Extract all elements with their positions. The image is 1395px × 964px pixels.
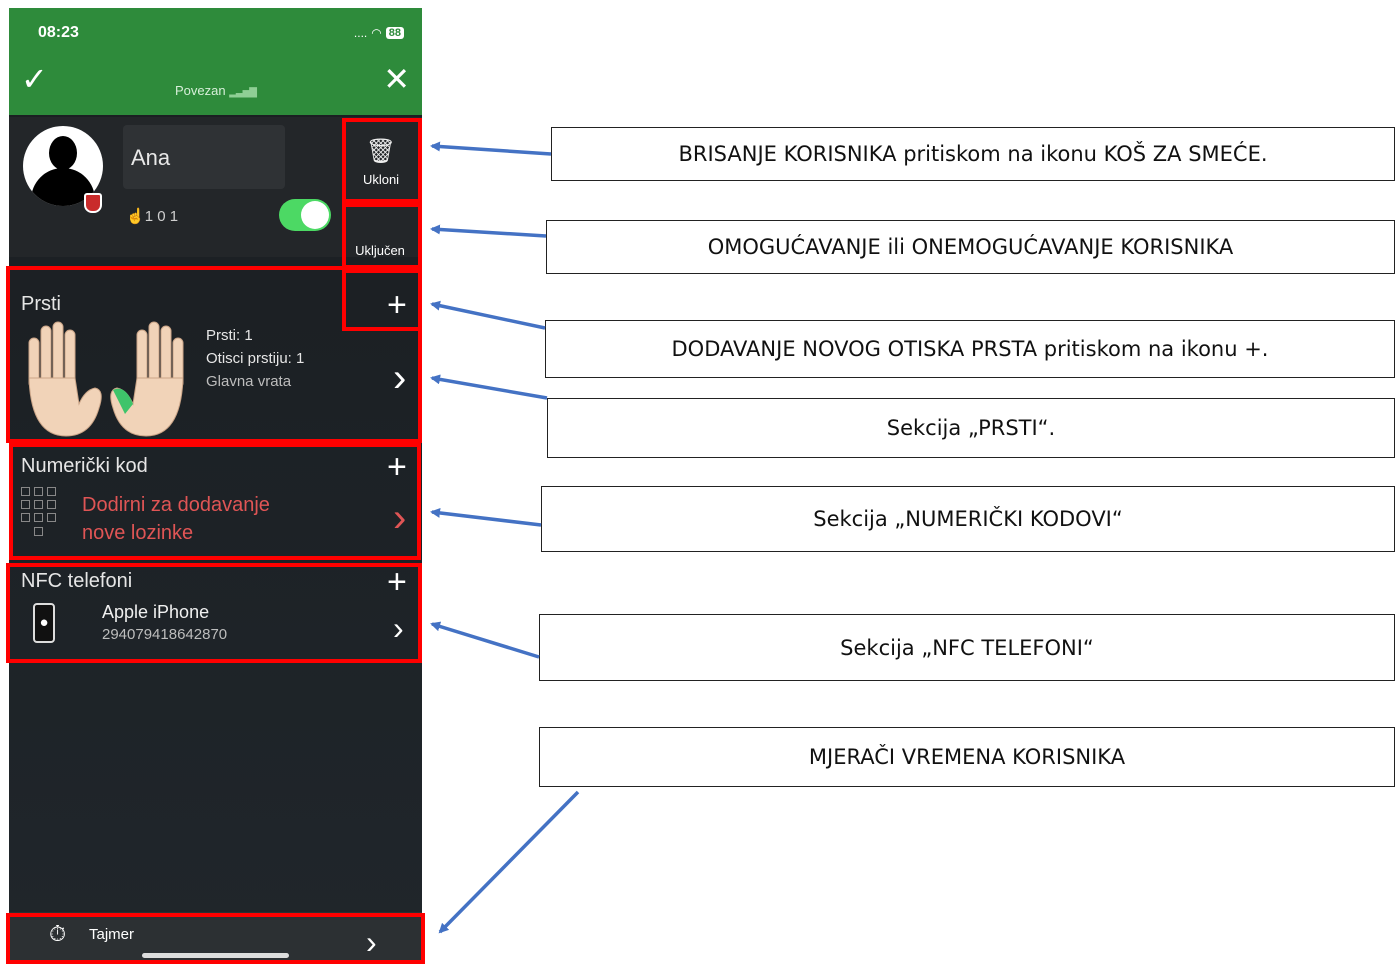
arrow-codes-section (430, 507, 542, 527)
callout-nfc-section: Sekcija „NFC TELEFONI“ (539, 614, 1395, 681)
user-name: Ana (131, 145, 171, 170)
connection-signal-icon: ▂▃▅▇ (229, 87, 257, 98)
highlight-timer (6, 913, 425, 964)
connection-label: Povezan (175, 83, 226, 98)
finger-count-icon: ☝ (126, 208, 145, 225)
wifi-icon: ◠ (371, 26, 382, 40)
battery-icon: 88 (385, 27, 404, 39)
counts-text: 1 0 1 (144, 208, 179, 225)
connection-status: Povezan ▂▃▅▇ (9, 83, 422, 98)
toggle-knob (301, 201, 329, 229)
user-enabled-toggle[interactable] (279, 199, 331, 231)
highlight-enabled (342, 203, 422, 269)
arrow-timers (438, 790, 580, 934)
avatar-head-icon (49, 136, 77, 170)
callout-timers: MJERAČI VREMENA KORISNIKA (539, 727, 1395, 787)
status-time: 08:23 (38, 24, 79, 41)
highlight-nfc-section (6, 563, 422, 663)
arrow-fingers-section (430, 374, 548, 400)
arrow-nfc-section (430, 621, 540, 659)
shield-icon (84, 193, 102, 213)
arrow-enable (430, 224, 547, 238)
signal-icon: .... (353, 26, 368, 40)
callout-enable: OMOGUĆAVANJE ili ONEMOGUĆAVANJE KORISNIK… (546, 220, 1395, 274)
name-field[interactable]: Ana (123, 125, 285, 189)
callout-add-finger: DODAVANJE NOVOG OTISKA PRSTA pritiskom n… (545, 320, 1395, 378)
status-indicators: .... ◠ 88 (354, 26, 404, 40)
callout-codes-section: Sekcija „NUMERIČKI KODOVI“ (541, 486, 1395, 552)
callout-delete: BRISANJE KORISNIKA pritiskom na ikonu KO… (551, 127, 1395, 181)
highlight-delete (342, 118, 422, 203)
highlight-fingers-section (6, 266, 422, 443)
highlight-codes-section (9, 443, 421, 560)
callout-fingers-section: Sekcija „PRSTI“. (547, 398, 1395, 458)
arrow-delete (430, 141, 552, 156)
top-bar: 08:23 .... ◠ 88 ✓ ✕ Povezan ▂▃▅▇ (9, 8, 422, 115)
credential-counts: ☝1 0 1 (126, 207, 178, 225)
arrow-add-finger (430, 300, 546, 330)
